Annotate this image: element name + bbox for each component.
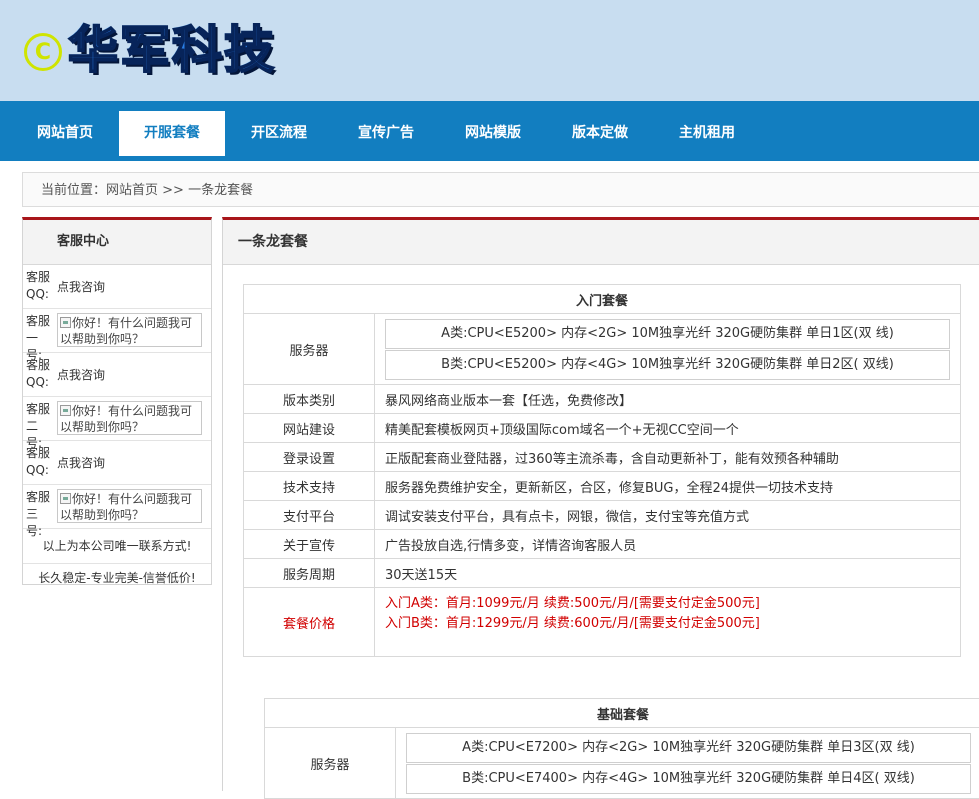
row-label: 网站建设 [244, 414, 375, 443]
content-panel: 一条龙套餐 入门套餐 服务器 A类:CPU<E5200> 内存<2G> 10M独… [222, 217, 979, 791]
sidebar-title: 客服中心 [23, 220, 211, 265]
breadcrumb: 当前位置：网站首页 >> 一条龙套餐 [22, 172, 979, 207]
server-option: B类:CPU<E5200> 内存<4G> 10M独享光纤 320G硬防集群 单日… [385, 350, 950, 380]
service-row: 客服QQ: 点我咨询 [23, 353, 211, 397]
row-value: 正版配套商业登陆器，过360等主流杀毒，含自动更新补丁，能有效预各种辅助 [375, 443, 961, 472]
nav-item-hosting[interactable]: 主机租用 [654, 111, 760, 156]
broken-image-icon [60, 317, 71, 328]
consult-link[interactable]: 点我咨询 [57, 278, 105, 295]
price-line: 入门B类：首月:1299元/月 续费:600元/月/[需要支付定金500元] [385, 614, 960, 634]
package-title: 入门套餐 [244, 285, 961, 314]
nav-item-home[interactable]: 网站首页 [12, 111, 118, 156]
package-table: 基础套餐 服务器 A类:CPU<E7200> 内存<2G> 10M独享光纤 32… [264, 698, 979, 799]
broken-image-icon [60, 493, 71, 504]
breadcrumb-separator: >> [158, 183, 188, 198]
chat-image-alt: 你好！有什么问题我可以帮助到你吗？ [60, 404, 192, 434]
row-value: 精美配套模板网页+顶级国际com域名一个+无视CC空间一个 [375, 414, 961, 443]
row-label: 登录设置 [244, 443, 375, 472]
chat-image-link[interactable]: 你好！有什么问题我可以帮助到你吗？ [57, 313, 202, 347]
nav-item-ads[interactable]: 宣传广告 [333, 111, 439, 156]
row-label: 服务周期 [244, 559, 375, 588]
row-label: 技术支持 [244, 472, 375, 501]
consult-link[interactable]: 点我咨询 [57, 454, 105, 471]
nav-item-process[interactable]: 开区流程 [226, 111, 332, 156]
site-logo[interactable]: 华军科技 [68, 20, 276, 80]
chat-image-link[interactable]: 你好！有什么问题我可以帮助到你吗？ [57, 401, 202, 435]
service-label: 客服QQ: [26, 445, 54, 479]
chat-image-link[interactable]: 你好！有什么问题我可以帮助到你吗？ [57, 489, 202, 523]
package-title: 基础套餐 [265, 699, 979, 728]
service-row: 客服一号: 你好！有什么问题我可以帮助到你吗？ [23, 309, 211, 353]
server-option: A类:CPU<E7200> 内存<2G> 10M独享光纤 320G硬防集群 单日… [406, 733, 971, 763]
server-option: A类:CPU<E5200> 内存<2G> 10M独享光纤 320G硬防集群 单日… [385, 319, 950, 349]
row-label: 关于宣传 [244, 530, 375, 559]
row-label: 服务器 [265, 728, 396, 799]
main-nav: 网站首页 开服套餐 开区流程 宣传广告 网站模版 版本定做 主机租用 [0, 101, 979, 161]
price-label: 套餐价格 [244, 588, 375, 657]
content-title: 一条龙套餐 [223, 220, 979, 265]
service-label: 客服QQ: [26, 357, 54, 391]
breadcrumb-prefix: 当前位置： [41, 183, 106, 198]
chat-image-alt: 你好！有什么问题我可以帮助到你吗？ [60, 316, 192, 346]
logo-mark-icon: C [24, 33, 62, 71]
server-list: A类:CPU<E7200> 内存<2G> 10M独享光纤 320G硬防集群 单日… [396, 728, 979, 799]
server-option: B类:CPU<E7400> 内存<4G> 10M独享光纤 320G硬防集群 单日… [406, 764, 971, 794]
row-value: 服务器免费维护安全，更新新区，合区，修复BUG，全程24提供一切技术支持 [375, 472, 961, 501]
service-row: 客服QQ: 点我咨询 [23, 441, 211, 485]
row-value: 广告投放自选,行情多变，详情咨询客服人员 [375, 530, 961, 559]
price-line: 入门A类：首月:1099元/月 续费:500元/月/[需要支付定金500元] [385, 594, 960, 614]
server-list: A类:CPU<E5200> 内存<2G> 10M独享光纤 320G硬防集群 单日… [375, 314, 961, 385]
package-table: 入门套餐 服务器 A类:CPU<E5200> 内存<2G> 10M独享光纤 32… [243, 284, 961, 657]
nav-item-templates[interactable]: 网站模版 [440, 111, 546, 156]
row-value: 调试安装支付平台，具有点卡，网银，微信，支付宝等充值方式 [375, 501, 961, 530]
service-label: 客服QQ: [26, 269, 54, 303]
row-value: 暴风网络商业版本一套【任选，免费修改】 [375, 385, 961, 414]
consult-link[interactable]: 点我咨询 [57, 366, 105, 383]
breadcrumb-current: 一条龙套餐 [188, 183, 253, 198]
service-row: 客服三号: 你好！有什么问题我可以帮助到你吗？ [23, 485, 211, 529]
service-label: 客服三号: [26, 489, 54, 540]
row-label: 支付平台 [244, 501, 375, 530]
service-row: 客服QQ: 点我咨询 [23, 265, 211, 309]
site-header: C 华军科技 [0, 0, 979, 101]
slogan-note: 长久稳定-专业完美-信誉低价! [23, 564, 211, 592]
price-list: 入门A类：首月:1099元/月 续费:500元/月/[需要支付定金500元] 入… [375, 588, 961, 657]
nav-item-custom[interactable]: 版本定做 [547, 111, 653, 156]
customer-service-panel: 客服中心 客服QQ: 点我咨询 客服一号: 你好！有什么问题我可以帮助到你吗？ … [22, 217, 212, 585]
breadcrumb-home-link[interactable]: 网站首页 [106, 183, 158, 198]
row-label: 版本类别 [244, 385, 375, 414]
chat-image-alt: 你好！有什么问题我可以帮助到你吗？ [60, 492, 192, 522]
nav-item-packages[interactable]: 开服套餐 [119, 111, 225, 156]
broken-image-icon [60, 405, 71, 416]
row-label: 服务器 [244, 314, 375, 385]
row-value: 30天送15天 [375, 559, 961, 588]
service-row: 客服二号: 你好！有什么问题我可以帮助到你吗？ [23, 397, 211, 441]
